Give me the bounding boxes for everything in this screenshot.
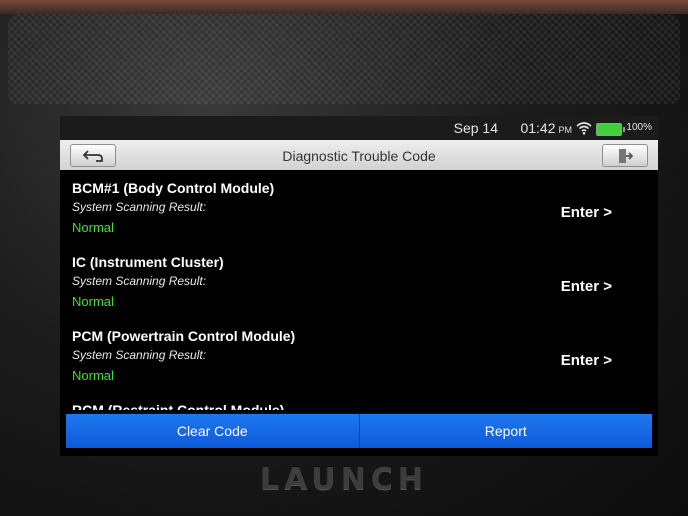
- status-time: 01:42 PM: [520, 120, 572, 136]
- battery-icon: [596, 123, 625, 136]
- status-ampm: PM: [558, 125, 573, 135]
- module-result-label: System Scanning Result:: [72, 348, 207, 362]
- module-result-label: System Scanning Result:: [72, 200, 207, 214]
- module-item-bcm[interactable]: BCM#1 (Body Control Module) System Scann…: [72, 180, 642, 250]
- status-time-value: 01:42: [520, 120, 556, 136]
- report-button[interactable]: Report: [358, 414, 652, 448]
- wifi-icon: [576, 122, 592, 135]
- clear-code-button[interactable]: Clear Code: [66, 414, 359, 448]
- module-item-ic[interactable]: IC (Instrument Cluster) System Scanning …: [72, 254, 642, 324]
- exit-icon: [619, 148, 633, 163]
- title-bar: Diagnostic Trouble Code: [60, 140, 658, 170]
- module-result-status: Normal: [72, 220, 114, 235]
- screen: Sep 14 01:42 PM 100% Diagnostic Trouble C…: [60, 116, 658, 456]
- battery-percent: 100%: [626, 122, 652, 133]
- module-result-label: System Scanning Result:: [72, 274, 207, 288]
- exit-button[interactable]: [602, 144, 648, 167]
- enter-button[interactable]: Enter >: [561, 352, 612, 369]
- module-result-status: Normal: [72, 368, 114, 383]
- status-bar: Sep 14 01:42 PM 100%: [60, 116, 658, 140]
- module-name: PCM (Powertrain Control Module): [72, 328, 296, 344]
- module-name: RCM (Restraint Control Module): [72, 402, 285, 410]
- enter-button[interactable]: Enter >: [561, 278, 612, 295]
- module-item-rcm[interactable]: RCM (Restraint Control Module): [72, 400, 642, 410]
- action-bar: Clear Code Report: [66, 414, 652, 448]
- status-date: Sep 14: [453, 120, 498, 136]
- module-name: IC (Instrument Cluster): [72, 254, 224, 270]
- module-list: BCM#1 (Body Control Module) System Scann…: [60, 170, 658, 410]
- module-item-pcm[interactable]: PCM (Powertrain Control Module) System S…: [72, 328, 642, 398]
- page-title: Diagnostic Trouble Code: [282, 148, 436, 164]
- brand-logo: LAUNCH: [259, 462, 428, 497]
- enter-button[interactable]: Enter >: [561, 204, 612, 221]
- module-name: BCM#1 (Body Control Module): [72, 180, 275, 196]
- module-result-status: Normal: [72, 294, 114, 309]
